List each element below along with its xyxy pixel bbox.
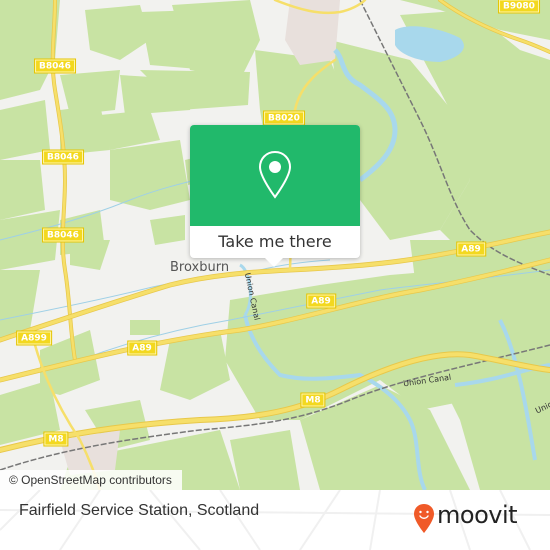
location-popup[interactable]: Take me there <box>190 125 360 267</box>
road-shield-a899: A899 <box>16 330 52 346</box>
road-shield-a89: A89 <box>456 241 486 257</box>
map-attribution[interactable]: © OpenStreetMap contributors <box>0 470 182 490</box>
popup-pointer <box>264 257 284 267</box>
road-shield-m8: M8 <box>300 392 326 408</box>
road-shield-b8046: B8046 <box>42 227 84 243</box>
place-label-broxburn: Broxburn <box>170 260 230 275</box>
location-title: Fairfield Service Station, Scotland <box>19 502 260 519</box>
popup-header[interactable] <box>190 125 360 226</box>
road-shield-b8046: B8046 <box>34 58 76 74</box>
road-shield-a89: A89 <box>127 340 157 356</box>
moovit-pin-icon <box>414 504 434 533</box>
road-shield-a89: A89 <box>306 293 336 309</box>
map-view[interactable]: B8046 B8046 B8046 B8020 B9080 A89 A89 A8… <box>0 0 550 490</box>
take-me-there-button[interactable]: Take me there <box>190 226 360 258</box>
road-shield-b9080: B9080 <box>498 0 540 14</box>
map-pin-icon <box>258 150 292 199</box>
moovit-wordmark: moovit <box>437 501 518 529</box>
road-shield-m8: M8 <box>43 431 69 447</box>
road-shield-b8046: B8046 <box>42 149 84 165</box>
road-shield-b8020: B8020 <box>263 110 305 126</box>
